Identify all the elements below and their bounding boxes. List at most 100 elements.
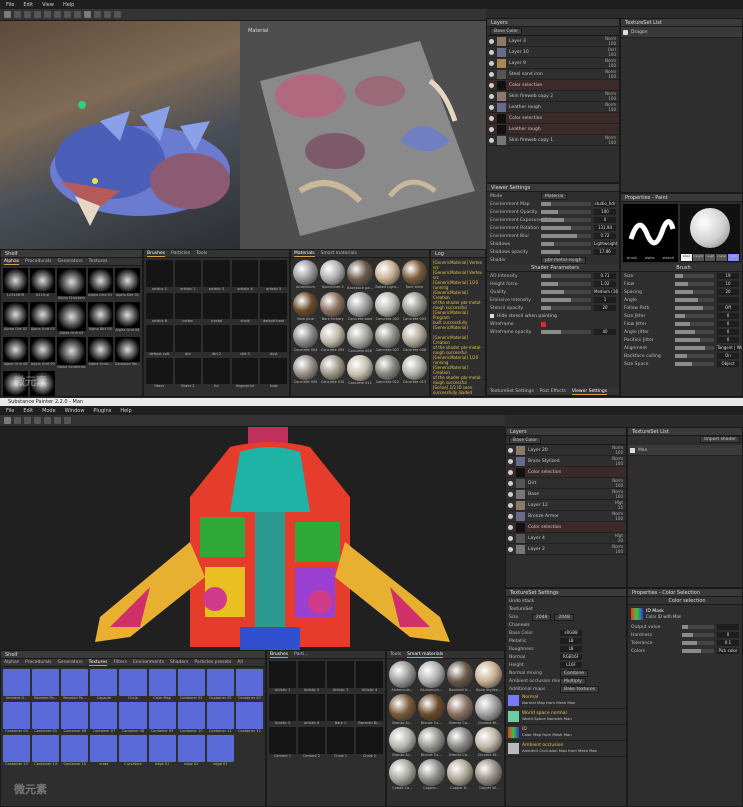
mat-item[interactable]: Concrete bare xyxy=(347,291,373,321)
alpha-item[interactable]: 12345678 xyxy=(3,268,29,300)
layer-blend-opacity[interactable]: Norm 100 xyxy=(603,91,619,101)
layer-blend-opacity[interactable]: Norm 100 xyxy=(610,478,626,488)
shelf-tab[interactable]: Smart materials xyxy=(407,652,444,658)
brush-item[interactable]: artistic 2 xyxy=(174,260,202,291)
brush-item[interactable]: Artistic 6 xyxy=(298,694,325,725)
layer-blend-opacity[interactable]: Norm 100 xyxy=(610,456,626,466)
smudge-tool-icon[interactable] xyxy=(44,11,51,18)
shelf-tab[interactable]: Particles xyxy=(171,251,190,256)
property-value[interactable]: 1 xyxy=(594,297,616,303)
shelf-tab[interactable]: Materials xyxy=(294,251,315,257)
mat-item[interactable]: Aluminium 2 xyxy=(320,260,346,290)
property-slider[interactable] xyxy=(541,234,591,238)
mask-row[interactable]: Color selection xyxy=(487,113,619,124)
mat-item[interactable]: Concrete 007 xyxy=(374,323,400,353)
eye-icon[interactable] xyxy=(489,71,494,77)
layer-blend-opacity[interactable]: Ovrl 100 xyxy=(603,47,619,57)
eye-icon[interactable] xyxy=(489,82,494,88)
alpha-item[interactable]: Alpha Dirt 02 xyxy=(3,302,29,334)
mat-item[interactable]: Backpack pa... xyxy=(347,260,373,290)
property-slider[interactable] xyxy=(541,218,591,222)
projection-tool-icon[interactable] xyxy=(24,11,31,18)
layer-name[interactable]: Layer 9 xyxy=(509,61,600,66)
layer-blend-opacity[interactable]: Hlgt 15 xyxy=(610,500,626,510)
alpha-item[interactable]: Alpha Grid 06 xyxy=(114,302,140,334)
shader-select[interactable]: pbr-metal-rough xyxy=(541,256,586,264)
shelf-tab[interactable]: Particles presets xyxy=(194,660,231,665)
layer-name[interactable]: Color selection xyxy=(528,525,607,530)
mat-item[interactable]: Aluminium xyxy=(293,260,319,290)
tab-texture-set-settings[interactable]: TextureSet Settings xyxy=(490,389,534,394)
mat-item[interactable]: Cobalt Ca... xyxy=(389,759,416,790)
layer-blend-opacity[interactable]: Norm 100 xyxy=(610,445,626,455)
eye-icon[interactable] xyxy=(489,49,494,55)
menu-mode[interactable]: Mode xyxy=(42,408,56,414)
layer-name[interactable]: Layer 12 xyxy=(528,503,607,508)
alpha-item[interactable]: Alpha Grid 03 xyxy=(30,302,56,334)
viewport-3d[interactable] xyxy=(0,21,240,249)
mat-item[interactable]: Copper W... xyxy=(475,759,502,790)
layer-row[interactable]: Layer 4 Hlgt 30 xyxy=(506,533,626,544)
tex-item[interactable]: edge 03 xyxy=(206,735,234,766)
property-value[interactable]: 0 xyxy=(717,632,739,638)
mat-item[interactable]: Bark hickory xyxy=(320,291,346,322)
property-slider[interactable] xyxy=(541,298,591,302)
layer-name[interactable]: Layer 4 xyxy=(528,536,607,541)
layer-name[interactable]: Layer 3 xyxy=(509,39,600,44)
brush-item[interactable]: artistic 1 xyxy=(146,260,173,291)
mat-channel-metal[interactable]: metal xyxy=(716,254,728,261)
layer-row[interactable]: Layer 12 Hlgt 15 xyxy=(506,500,626,511)
shelf-tab[interactable]: Procedurals xyxy=(25,660,51,665)
opacity-value[interactable]: 100 xyxy=(610,494,623,499)
property-value[interactable] xyxy=(717,624,739,630)
layer-row[interactable]: Layer 2 Norm 100 xyxy=(506,544,626,555)
tex-item[interactable]: Color Map xyxy=(148,669,176,700)
opacity-value[interactable]: 30 xyxy=(610,538,623,543)
mat-item[interactable]: Aluminium... xyxy=(417,661,445,692)
brush-item[interactable]: Artistic 4 xyxy=(356,661,383,692)
menu-file[interactable]: File xyxy=(6,2,14,8)
brush-item[interactable]: cotton xyxy=(174,292,202,324)
stencil-thumb-label[interactable]: stencil xyxy=(663,256,674,260)
polygon-fill-icon[interactable] xyxy=(64,11,71,18)
property-value[interactable]: L16F xyxy=(560,662,582,668)
property-slider[interactable] xyxy=(541,242,591,246)
size-select-2[interactable]: 2048 xyxy=(554,613,574,621)
opacity-value[interactable]: 100 xyxy=(610,483,623,488)
mat-item[interactable]: Concrete 006 xyxy=(347,323,373,353)
tex-item[interactable]: Container 02 xyxy=(206,669,234,700)
shelf-tab[interactable]: Environments xyxy=(133,660,164,665)
mat-item[interactable]: Copper R... xyxy=(446,759,474,790)
menu-view[interactable]: View xyxy=(42,2,54,8)
additional-map-row[interactable]: ID Color Map from Mesh Man xyxy=(506,725,626,741)
shelf-tab[interactable]: Textures xyxy=(89,259,108,264)
property-slider[interactable] xyxy=(675,354,714,358)
brush-item[interactable]: fibers xyxy=(146,357,173,389)
property-value[interactable]: RGB16F xyxy=(560,654,582,660)
mat-item[interactable]: Bone Stylize... xyxy=(475,661,502,692)
menu-help[interactable]: Help xyxy=(63,2,74,8)
shelf-tab[interactable]: Alphas xyxy=(4,660,19,665)
alpha-item[interactable]: Alpha Scrat... xyxy=(87,336,113,369)
eye-icon[interactable] xyxy=(489,126,494,132)
eye-icon[interactable] xyxy=(508,480,513,486)
layer-blend-opacity[interactable]: Norm 100 xyxy=(610,511,626,521)
mat-item[interactable]: Bronze Ca... xyxy=(446,726,474,757)
bake-textures-button[interactable]: Bake textures xyxy=(560,685,600,693)
layer-name[interactable]: Color selection xyxy=(528,470,607,475)
layer-blend-opacity[interactable]: Norm 100 xyxy=(603,69,619,79)
brush-item[interactable]: artistic 6 xyxy=(146,292,173,324)
eye-icon[interactable] xyxy=(508,524,513,530)
property-value[interactable]: 0 xyxy=(717,321,739,327)
tex-item[interactable]: Circle xyxy=(119,669,147,700)
projection-tool-icon[interactable] xyxy=(24,417,31,424)
clone-tool-icon[interactable] xyxy=(54,417,61,424)
layer-row[interactable]: Base Norm 100 xyxy=(506,489,626,500)
property-slider[interactable] xyxy=(541,210,591,214)
brush-item[interactable]: Chalk 1 xyxy=(327,727,354,758)
layer-name[interactable]: Skin fireweb copy 1 xyxy=(509,138,600,143)
layer-row[interactable]: Layer 9 Norm 100 xyxy=(487,58,619,69)
opacity-value[interactable]: 100 xyxy=(603,107,616,112)
brush-item[interactable]: Basmati Br... xyxy=(356,694,383,725)
layer-name[interactable]: Dirt xyxy=(528,481,607,486)
